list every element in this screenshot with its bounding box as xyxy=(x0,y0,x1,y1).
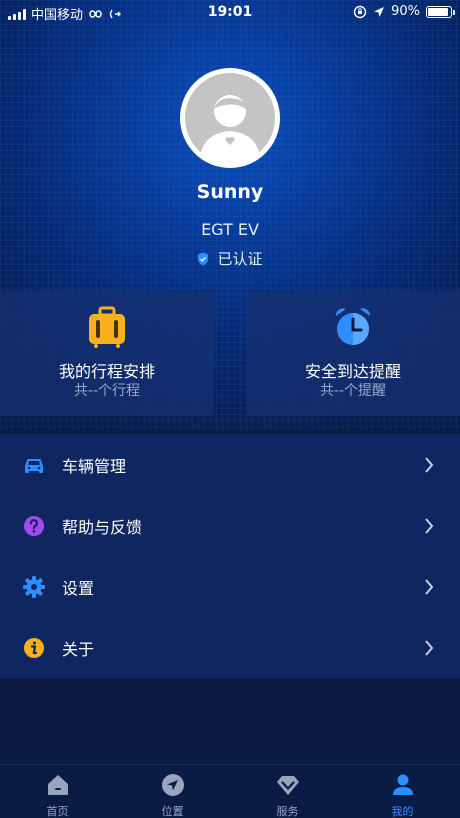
menu-item-settings[interactable]: 设置 xyxy=(0,556,460,617)
profile-icon xyxy=(392,774,413,795)
menu-item-label: 帮助与反馈 xyxy=(62,517,143,537)
default-avatar-icon xyxy=(185,73,275,163)
tab-label: 服务 xyxy=(276,805,299,818)
settings-menu: 车辆管理 帮助与反馈 设置 关于 xyxy=(0,434,460,678)
tab-location[interactable]: 位置 xyxy=(115,765,230,818)
info-icon xyxy=(24,637,44,658)
chevron-right-icon xyxy=(425,578,434,595)
gear-icon xyxy=(23,575,45,598)
menu-item-vehicle-management[interactable]: 车辆管理 xyxy=(0,434,460,495)
location-icon xyxy=(161,774,184,796)
tab-label: 首页 xyxy=(46,805,69,818)
rotation-lock-icon xyxy=(353,5,367,18)
menu-item-label: 设置 xyxy=(62,578,95,598)
tab-label: 位置 xyxy=(161,805,184,818)
tab-service[interactable]: 服务 xyxy=(230,765,345,818)
alarm-clock-icon xyxy=(335,308,371,345)
safe-arrival-card[interactable]: 安全到达提醒 共--个提醒 xyxy=(246,290,460,416)
menu-item-label: 车辆管理 xyxy=(62,456,127,476)
vehicle-name: EGT EV xyxy=(201,220,259,239)
trip-schedule-title: 我的行程安排 xyxy=(58,362,155,381)
battery-percent: 90% xyxy=(391,4,420,19)
chevron-right-icon xyxy=(425,639,434,656)
menu-item-label: 关于 xyxy=(62,639,95,659)
tab-label: 我的 xyxy=(391,805,414,818)
location-arrow-icon xyxy=(374,6,385,17)
chevron-right-icon xyxy=(425,456,434,473)
help-icon xyxy=(24,515,44,536)
verified-label: 已认证 xyxy=(217,250,263,268)
car-icon xyxy=(25,458,43,473)
username: Sunny xyxy=(196,181,264,203)
battery-icon xyxy=(426,5,455,18)
chevron-right-icon xyxy=(425,517,434,534)
menu-item-help-feedback[interactable]: 帮助与反馈 xyxy=(0,495,460,556)
trip-schedule-count: 共--个行程 xyxy=(73,383,141,399)
bottom-tab-bar: 首页 位置 服务 我的 xyxy=(0,764,460,818)
avatar[interactable] xyxy=(180,68,280,168)
service-diamond-icon xyxy=(276,776,299,795)
suitcase-icon xyxy=(89,306,125,348)
menu-item-about[interactable]: 关于 xyxy=(0,617,460,678)
safe-arrival-count: 共--个提醒 xyxy=(319,383,387,399)
verified-status: 已认证 xyxy=(0,248,460,269)
tab-home[interactable]: 首页 xyxy=(0,765,115,818)
tab-profile[interactable]: 我的 xyxy=(345,765,460,818)
home-icon xyxy=(47,775,68,795)
safe-arrival-title: 安全到达提醒 xyxy=(304,362,401,381)
trip-schedule-card[interactable]: 我的行程安排 共--个行程 xyxy=(0,290,214,416)
status-bar: 中国移动 19:01 90% xyxy=(0,0,460,24)
verified-shield-icon xyxy=(198,252,209,265)
